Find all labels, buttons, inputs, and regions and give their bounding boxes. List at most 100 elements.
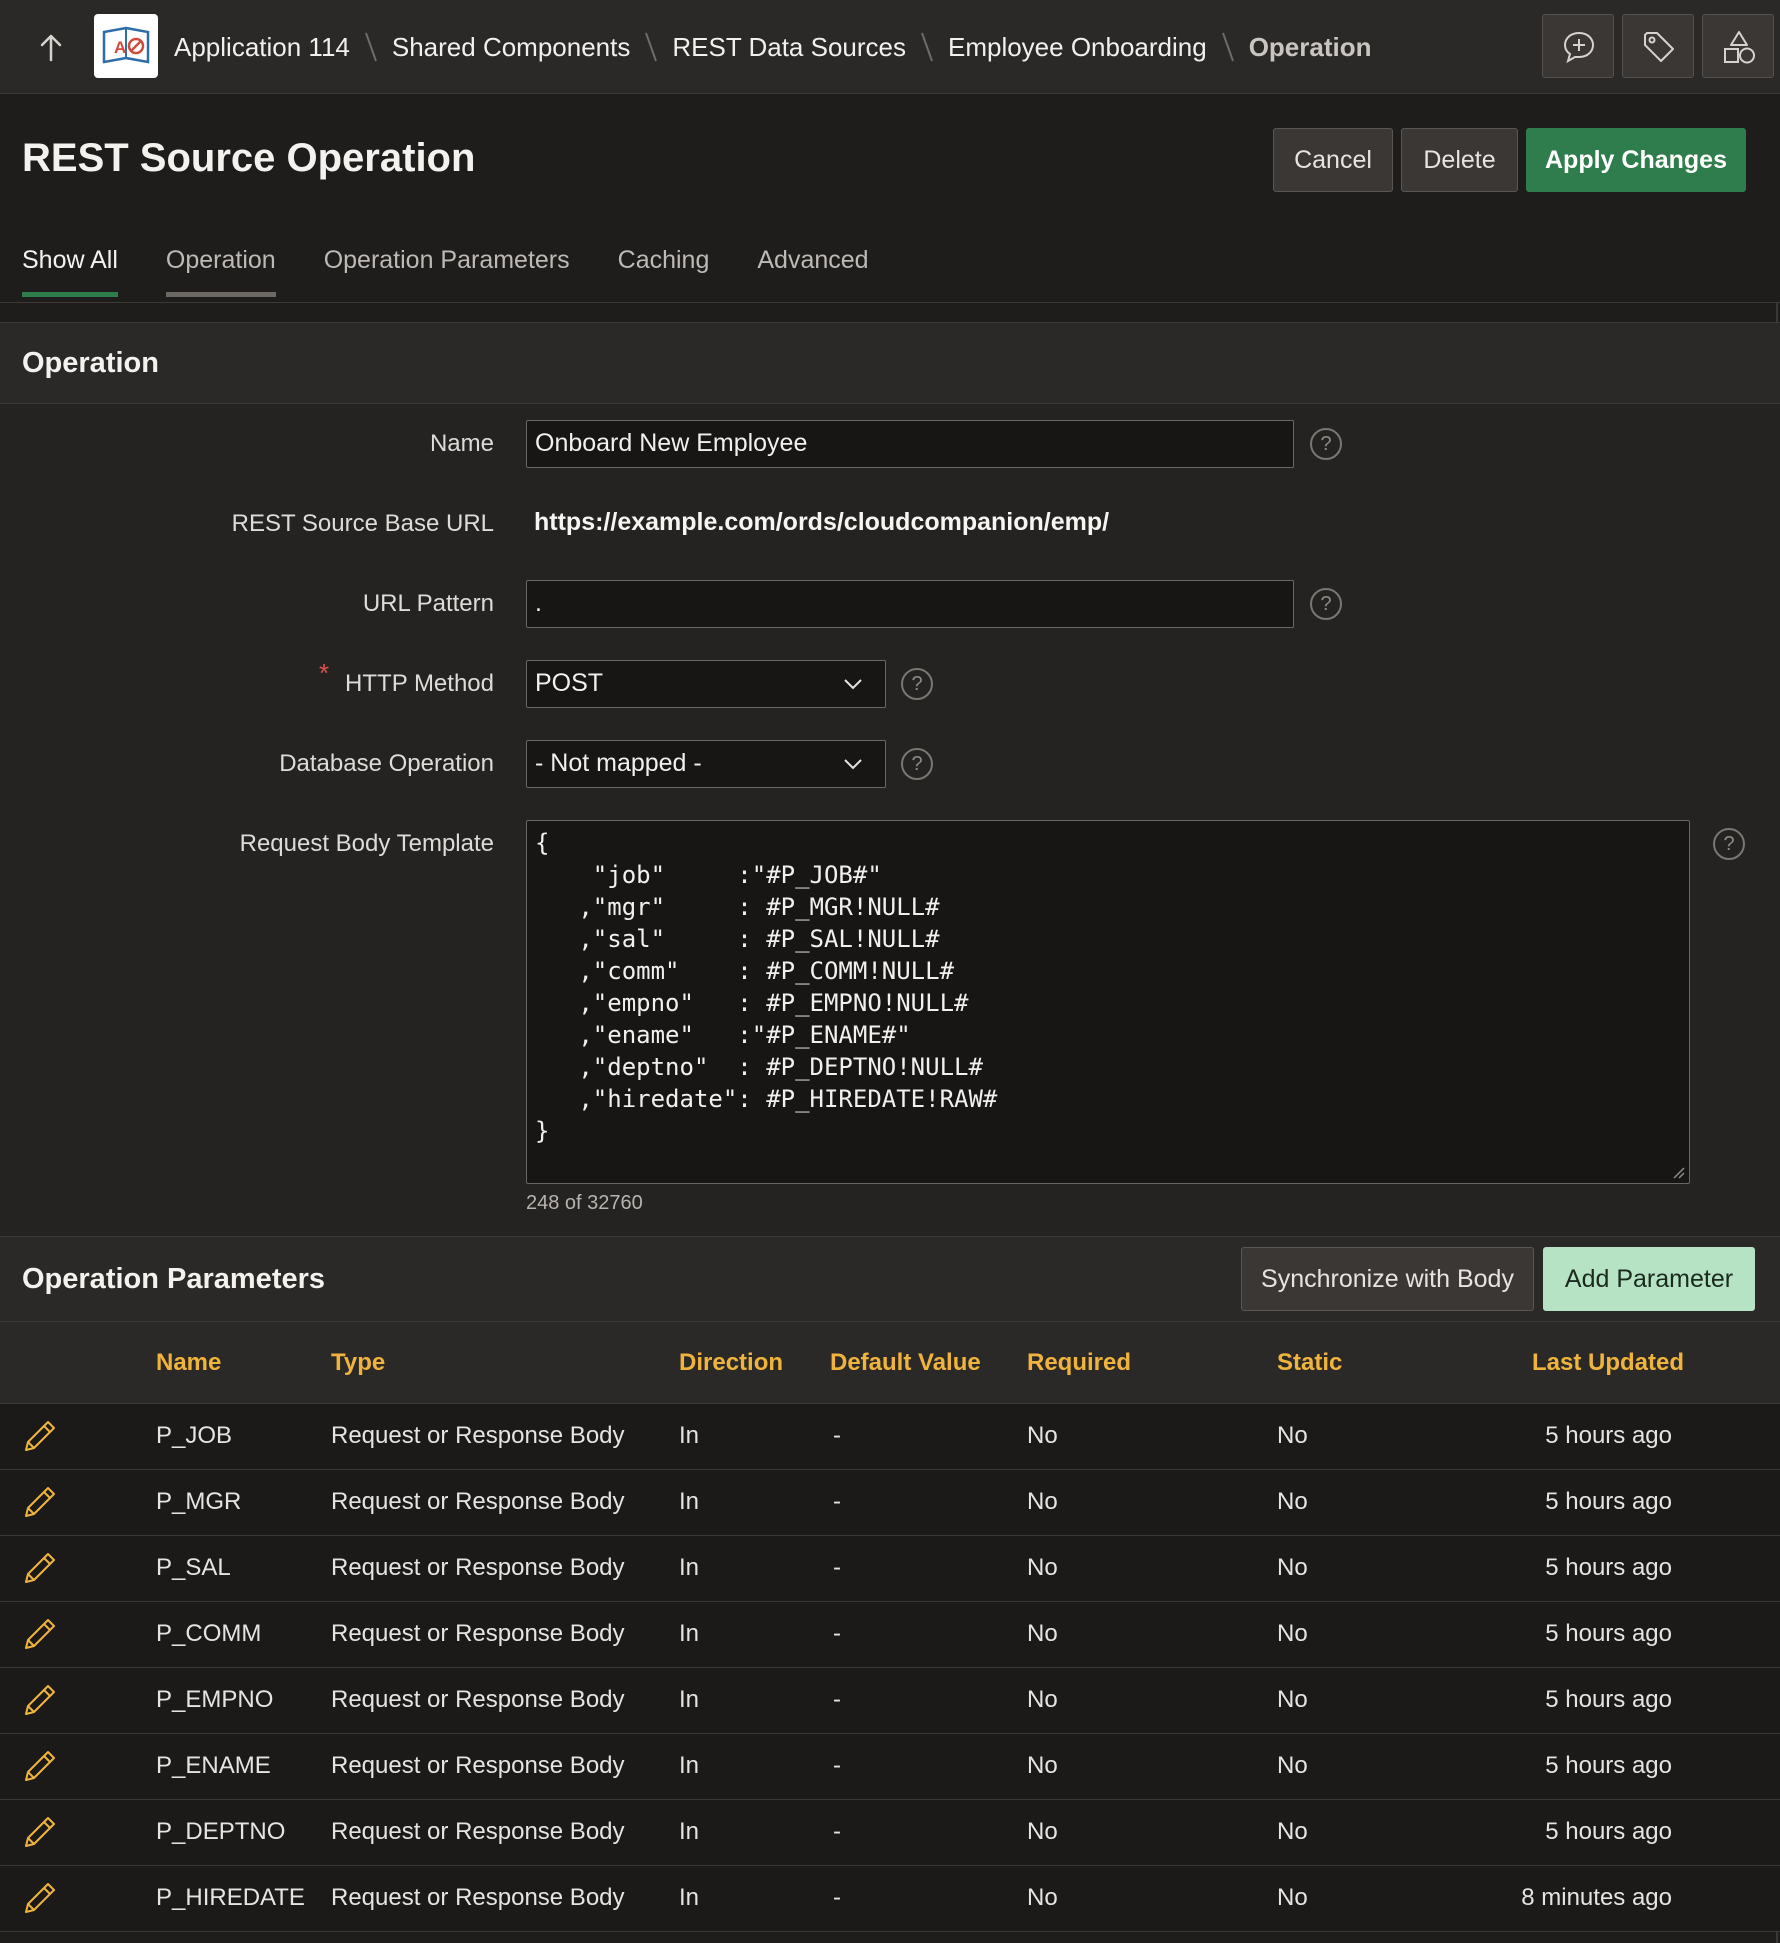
database-operation-select[interactable]: - Not mapped - [526,740,886,788]
cancel-button[interactable]: Cancel [1273,128,1393,192]
database-operation-label: Database Operation [279,750,494,777]
parameters-region-title: Operation Parameters [22,1263,326,1295]
base-url-label: REST Source Base URL [231,510,494,537]
arrow-up-icon[interactable] [36,30,66,64]
chevron-down-icon [844,679,862,690]
column-header-default-value[interactable]: Default Value [830,1349,981,1377]
table-row: P_ENAME Request or Response Body In - No No 5 … [0,1734,1780,1800]
cell-name[interactable]: P_ENAME [156,1752,271,1780]
shapes-icon [1724,31,1755,64]
apply-changes-button[interactable]: Apply Changes [1526,128,1746,192]
column-header-direction[interactable]: Direction [679,1349,783,1377]
cell-direction: In [679,1554,700,1581]
column-header-type[interactable]: Type [331,1349,385,1377]
breadcrumb-separator [1221,32,1234,62]
cell-required: No [1027,1818,1058,1845]
cell-direction: In [679,1752,700,1779]
cell-direction: In [679,1422,700,1449]
cell-name[interactable]: P_MGR [156,1488,241,1516]
code-line: ,"sal" : #P_SAL!NULL# [535,925,940,953]
breadcrumb-application[interactable]: Application 114 [174,32,350,63]
cell-direction: In [679,1686,700,1713]
request-body-label: Request Body Template [239,830,494,857]
cell-type: Request or Response Body [331,1422,625,1449]
add-comment-button[interactable] [1542,14,1614,78]
cell-name[interactable]: P_COMM [156,1620,261,1648]
synchronize-with-body-button[interactable]: Synchronize with Body [1241,1247,1534,1311]
cell-type: Request or Response Body [331,1752,625,1779]
cell-default-value: - [833,1422,841,1449]
operation-region-title: Operation [22,347,159,379]
pencil-icon[interactable] [22,1814,58,1850]
cell-default-value: - [833,1752,841,1779]
cell-required: No [1027,1620,1058,1647]
code-line: ,"deptno" : #P_DEPTNO!NULL# [535,1053,983,1081]
breadcrumb-separator [364,32,377,62]
cell-direction: In [679,1620,700,1647]
tab-caching[interactable]: Caching [618,246,710,291]
request-body-textarea[interactable]: { "job" :"#P_JOB#" ,"mgr" : #P_MGR!NULL#… [526,820,1690,1184]
breadcrumb-separator [921,32,933,62]
pencil-icon[interactable] [22,1484,58,1520]
cell-default-value: - [833,1818,841,1845]
tab-show-all[interactable]: Show All [22,246,118,297]
pencil-icon[interactable] [22,1880,58,1916]
breadcrumb-shared-components[interactable]: Shared Components [392,32,630,63]
pencil-icon[interactable] [22,1748,58,1784]
cell-static: No [1277,1554,1308,1581]
pencil-icon[interactable] [22,1418,58,1454]
resize-grip-icon[interactable] [1671,1165,1685,1179]
breadcrumb-rest-data-sources[interactable]: REST Data Sources [672,32,906,63]
pencil-icon[interactable] [22,1616,58,1652]
app-builder-icon[interactable]: A [94,14,158,78]
url-pattern-input[interactable]: . [526,580,1294,628]
name-input[interactable]: Onboard New Employee [526,420,1294,468]
column-header-last-updated[interactable]: Last Updated [1532,1349,1684,1377]
cell-last-updated: 5 hours ago [1545,1488,1672,1515]
cell-name[interactable]: P_HIREDATE [156,1884,305,1912]
tab-operation[interactable]: Operation [165,246,276,297]
delete-button[interactable]: Delete [1401,128,1518,192]
column-header-required[interactable]: Required [1027,1349,1131,1377]
add-parameter-button[interactable]: Add Parameter [1543,1247,1755,1311]
cell-type: Request or Response Body [331,1884,625,1911]
cell-name[interactable]: P_DEPTNO [156,1818,285,1846]
table-row: P_MGR Request or Response Body In - No No 5 ho… [0,1470,1780,1536]
name-help-icon[interactable]: ? [1310,428,1342,460]
table-row: P_DEPTNO Request or Response Body In - No No 5… [0,1800,1780,1866]
cell-static: No [1277,1884,1308,1911]
http-method-value: POST [535,669,604,697]
column-header-static[interactable]: Static [1277,1349,1342,1377]
cell-type: Request or Response Body [331,1488,625,1515]
tag-button[interactable] [1622,14,1694,78]
http-method-help-icon[interactable]: ? [901,668,933,700]
column-header-name[interactable]: Name [156,1349,221,1377]
cell-last-updated: 5 hours ago [1545,1554,1672,1581]
url-pattern-label: URL Pattern [362,590,494,617]
svg-text:A: A [114,38,126,57]
cell-direction: In [679,1884,700,1911]
pencil-icon[interactable] [22,1550,58,1586]
cell-name[interactable]: P_SAL [156,1554,231,1582]
cell-static: No [1277,1752,1308,1779]
tab-operation-parameters[interactable]: Operation Parameters [324,246,570,291]
table-row: P_SAL Request or Response Body In - No No 5 ho… [0,1536,1780,1602]
breadcrumb-current: Operation [1248,31,1372,62]
cell-type: Request or Response Body [331,1686,625,1713]
cell-name[interactable]: P_EMPNO [156,1686,273,1714]
cell-default-value: - [833,1686,841,1713]
pencil-icon[interactable] [22,1682,58,1718]
request-body-help-icon[interactable]: ? [1713,828,1745,860]
code-line: "job" :"#P_JOB#" [535,861,882,889]
database-operation-help-icon[interactable]: ? [901,748,933,780]
cell-default-value: - [833,1620,841,1647]
tag-icon [1644,32,1674,62]
shapes-button[interactable] [1702,14,1774,78]
cell-name[interactable]: P_JOB [156,1422,232,1450]
tab-advanced[interactable]: Advanced [757,246,868,291]
url-pattern-help-icon[interactable]: ? [1310,588,1342,620]
http-method-select[interactable]: POST [526,660,886,708]
cell-direction: In [679,1488,700,1515]
cell-last-updated: 5 hours ago [1545,1422,1672,1449]
breadcrumb-employee-onboarding[interactable]: Employee Onboarding [948,32,1207,63]
